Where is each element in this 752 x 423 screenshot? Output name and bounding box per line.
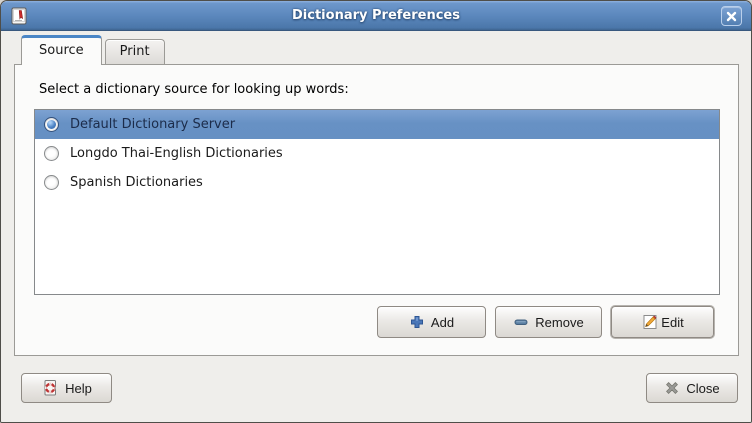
dictionary-source-list[interactable]: Default Dictionary Server Longdo Thai-En… xyxy=(34,109,720,295)
close-button-label: Close xyxy=(686,381,719,396)
list-item-label: Spanish Dictionaries xyxy=(70,175,203,190)
radio-unselected-icon[interactable] xyxy=(44,146,59,161)
tab-print[interactable]: Print xyxy=(105,39,165,64)
radio-selected-icon[interactable] xyxy=(44,117,59,132)
plus-icon xyxy=(409,314,425,330)
remove-button[interactable]: Remove xyxy=(495,306,602,338)
close-x-icon xyxy=(664,380,680,396)
minus-icon xyxy=(513,314,529,330)
instruction-label: Select a dictionary source for looking u… xyxy=(39,82,349,97)
radio-unselected-icon[interactable] xyxy=(44,175,59,190)
help-icon xyxy=(41,379,59,397)
tab-source[interactable]: Source xyxy=(21,35,102,65)
window-title: Dictionary Preferences xyxy=(1,8,751,23)
tab-print-label: Print xyxy=(120,44,150,59)
close-icon xyxy=(726,11,737,22)
add-button-label: Add xyxy=(431,315,454,330)
list-item-label: Default Dictionary Server xyxy=(70,117,235,132)
dictionary-app-icon xyxy=(9,6,29,26)
list-item-longdo-thai-english[interactable]: Longdo Thai-English Dictionaries xyxy=(35,139,719,168)
edit-button[interactable]: Edit xyxy=(611,306,714,338)
add-button[interactable]: Add xyxy=(377,306,486,338)
source-tab-panel: Select a dictionary source for looking u… xyxy=(14,64,739,356)
tab-source-label: Source xyxy=(39,43,84,58)
source-actions: Add Remove xyxy=(377,306,714,338)
list-item-label: Longdo Thai-English Dictionaries xyxy=(70,146,283,161)
titlebar[interactable]: Dictionary Preferences xyxy=(1,1,751,31)
window-close-button[interactable] xyxy=(721,6,742,26)
list-item-spanish-dictionaries[interactable]: Spanish Dictionaries xyxy=(35,168,719,197)
edit-pencil-icon xyxy=(641,313,659,331)
dialog-body: Source Print Select a dictionary source … xyxy=(1,31,751,422)
edit-button-label: Edit xyxy=(661,315,683,330)
list-item-default-dictionary-server[interactable]: Default Dictionary Server xyxy=(35,110,719,139)
dictionary-preferences-window: Dictionary Preferences Source Print Sele… xyxy=(0,0,752,423)
remove-button-label: Remove xyxy=(535,315,583,330)
help-button-label: Help xyxy=(65,381,92,396)
tab-bar: Source Print xyxy=(21,35,165,64)
close-button[interactable]: Close xyxy=(646,373,738,403)
help-button[interactable]: Help xyxy=(21,373,112,403)
